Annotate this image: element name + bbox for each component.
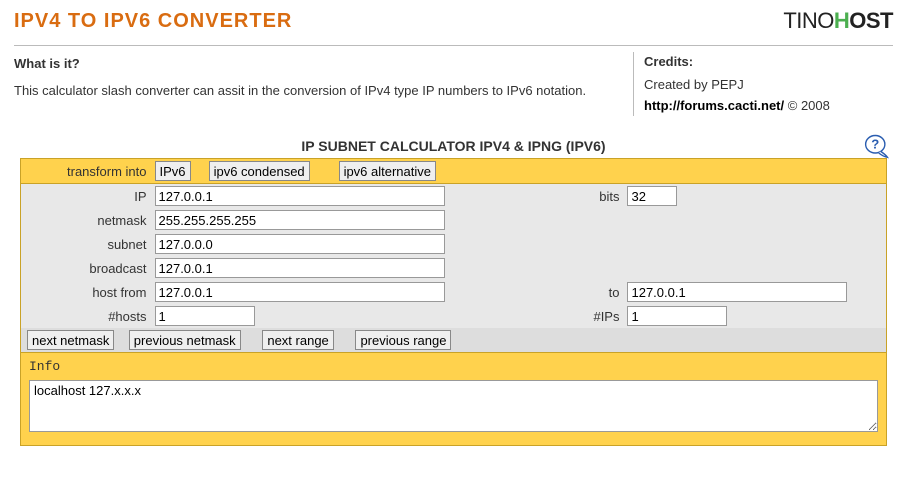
broadcast-label: broadcast <box>21 256 151 280</box>
bits-label: bits <box>493 184 623 209</box>
ip-input[interactable] <box>155 186 445 206</box>
hosts-input[interactable] <box>155 306 255 326</box>
hostfrom-input[interactable] <box>155 282 445 302</box>
help-icon[interactable]: ? <box>863 132 891 160</box>
broadcast-input[interactable] <box>155 258 445 278</box>
previous-range-button[interactable]: previous range <box>355 330 451 350</box>
ips-label: #IPs <box>493 304 623 328</box>
what-is-it-text: This calculator slash converter can assi… <box>14 79 613 104</box>
calc-title: IP SUBNET CALCULATOR IPV4 & IPNG (IPV6) <box>301 138 605 154</box>
brand-logo: TINOHOST <box>783 8 893 34</box>
divider <box>14 45 893 46</box>
hosts-label: #hosts <box>21 304 151 328</box>
previous-netmask-button[interactable]: previous netmask <box>129 330 241 350</box>
info-label: Info <box>29 359 878 374</box>
logo-text-1: TINO <box>783 8 834 33</box>
logo-text-2: H <box>834 8 849 33</box>
bits-input[interactable] <box>627 186 677 206</box>
subnet-label: subnet <box>21 232 151 256</box>
logo-text-3: OST <box>849 8 893 33</box>
netmask-label: netmask <box>21 208 151 232</box>
next-netmask-button[interactable]: next netmask <box>27 330 114 350</box>
ipv6-alternative-button[interactable]: ipv6 alternative <box>339 161 436 181</box>
subnet-input[interactable] <box>155 234 445 254</box>
info-textarea[interactable] <box>29 380 878 432</box>
what-is-it-heading: What is it? <box>14 52 613 77</box>
hostfrom-label: host from <box>21 280 151 304</box>
to-input[interactable] <box>627 282 847 302</box>
ip-label: IP <box>21 184 151 209</box>
ips-input[interactable] <box>627 306 727 326</box>
netmask-input[interactable] <box>155 210 445 230</box>
to-label: to <box>493 280 623 304</box>
transform-label: transform into <box>21 159 151 184</box>
page-title: IPV4 TO IPV6 CONVERTER <box>14 10 292 33</box>
next-range-button[interactable]: next range <box>262 330 333 350</box>
credits-year: © 2008 <box>788 98 830 113</box>
ipv6-condensed-button[interactable]: ipv6 condensed <box>209 161 310 181</box>
credits-link[interactable]: http://forums.cacti.net/ <box>644 98 784 113</box>
credits-created: Created by PEPJ <box>644 75 893 96</box>
ipv6-button[interactable]: IPv6 <box>155 161 191 181</box>
credits-heading: Credits: <box>644 52 893 73</box>
svg-text:?: ? <box>871 137 879 152</box>
